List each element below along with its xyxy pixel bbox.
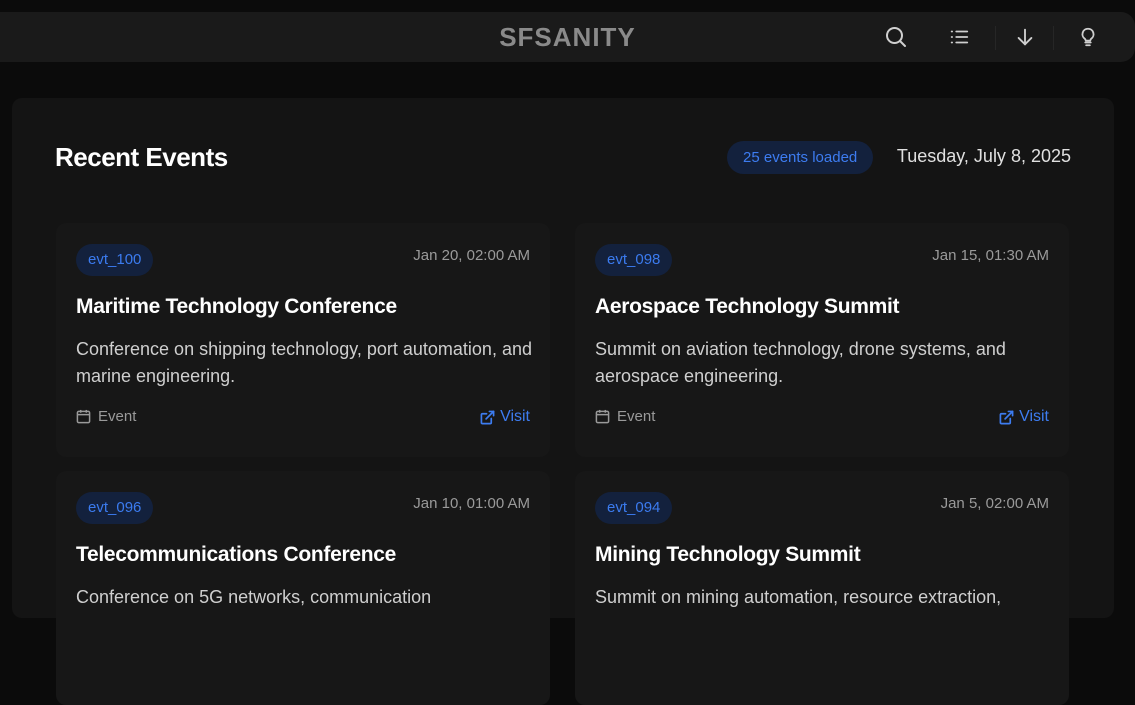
visit-link-label: Visit [500, 408, 530, 425]
download-button[interactable] [1006, 18, 1044, 56]
event-card[interactable]: evt_096 Jan 10, 01:00 AM Telecommunicati… [56, 471, 550, 705]
event-id-badge: evt_096 [76, 492, 154, 524]
event-id-badge: evt_100 [76, 244, 154, 276]
calendar-icon [595, 409, 610, 424]
arrow-down-icon [1017, 28, 1033, 46]
event-time: Jan 20, 02:00 AM [413, 247, 530, 264]
event-card[interactable]: evt_098 Jan 15, 01:30 AM Aerospace Techn… [575, 223, 1069, 457]
visit-link[interactable]: Visit [999, 408, 1049, 426]
toolbar-divider [1053, 26, 1054, 50]
events-count-badge: 25 events loaded [727, 141, 874, 174]
event-time: Jan 10, 01:00 AM [413, 495, 530, 512]
page-title: Recent Events [55, 142, 228, 172]
list-icon [950, 30, 969, 44]
external-link-icon [480, 410, 495, 424]
current-date: Tuesday, July 8, 2025 [896, 146, 1071, 166]
event-description: Summit on mining automation, resource ex… [595, 587, 1002, 607]
event-description: Conference on 5G networks, communication [76, 587, 432, 607]
search-button[interactable] [877, 18, 915, 56]
calendar-icon [76, 409, 91, 424]
theme-toggle-button[interactable] [1069, 18, 1107, 56]
event-title: Mining Technology Summit [595, 543, 861, 566]
event-description: Conference on shipping technology, port … [76, 339, 532, 386]
list-button[interactable] [940, 18, 978, 56]
event-type-label: Event [98, 408, 137, 425]
event-id-badge: evt_098 [595, 244, 673, 276]
event-title: Aerospace Technology Summit [595, 295, 900, 318]
external-link-icon [999, 410, 1014, 424]
event-description: Summit on aviation technology, drone sys… [595, 339, 1006, 386]
event-type: Event [76, 408, 136, 425]
event-time: Jan 5, 02:00 AM [940, 495, 1049, 512]
toolbar-divider [995, 26, 996, 50]
lightbulb-icon [1081, 27, 1095, 47]
recent-events-panel: Recent Events 25 events loaded Tuesday, … [12, 98, 1114, 705]
search-icon [886, 27, 906, 47]
event-id-badge: evt_094 [595, 492, 673, 524]
event-card[interactable]: evt_094 Jan 5, 02:00 AM Mining Technolog… [575, 471, 1069, 705]
visit-link[interactable]: Visit [480, 408, 530, 426]
visit-link-label: Visit [1019, 408, 1049, 425]
event-card[interactable]: evt_100 Jan 20, 02:00 AM Maritime Techno… [56, 223, 550, 457]
event-time: Jan 15, 01:30 AM [932, 247, 1049, 264]
event-title: Telecommunications Conference [76, 543, 396, 566]
event-type-label: Event [617, 408, 656, 425]
top-bar: SFSANITY [0, 12, 1135, 62]
event-type: Event [595, 408, 655, 425]
event-title: Maritime Technology Conference [76, 295, 397, 318]
